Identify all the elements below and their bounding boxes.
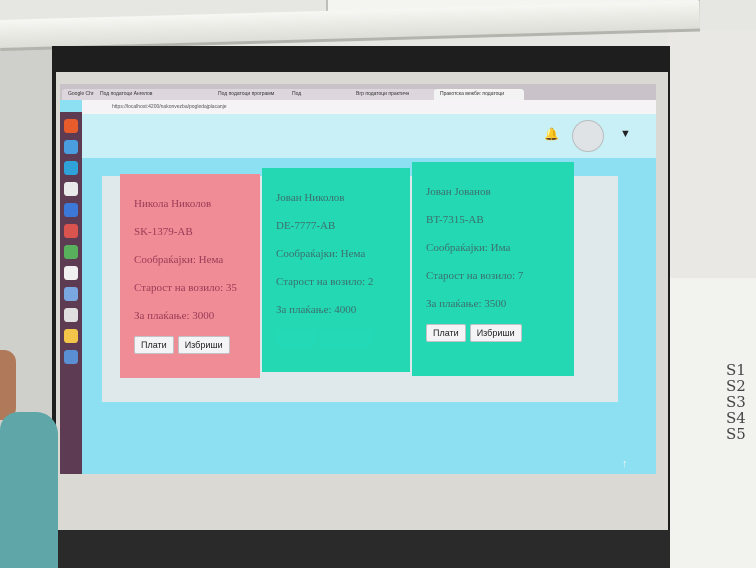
owner-name: Јован Николов [276,192,345,204]
amount-due: За плаќање: 3500 [426,298,507,310]
owner-name: Никола Николов [134,198,212,210]
tab-2[interactable]: Под податоци Ангелов [94,89,216,100]
launcher-app-icon[interactable] [64,119,78,133]
license-plate: BT-7315-AB [426,214,484,226]
payment-card: Јован Николов DE-7777-AB Сообраќајки: Не… [262,168,410,372]
owner-name: Јован Јованов [426,186,491,198]
scroll-up-icon[interactable]: ↑ [622,458,628,470]
amount-due: За плаќање: 4000 [276,304,357,316]
launcher-app-icon[interactable] [64,245,78,259]
launcher-app-icon[interactable] [64,140,78,154]
bell-icon[interactable]: 🔔 [544,128,559,140]
delete-button[interactable]: Избриши [319,330,372,348]
launcher-app-icon[interactable] [64,266,78,280]
launcher-app-icon[interactable] [64,287,78,301]
pay-button[interactable]: Плати [276,330,316,348]
launcher-app-icon[interactable] [64,329,78,343]
pay-button[interactable]: Плати [134,336,174,354]
delete-button[interactable]: Избриши [177,336,230,354]
launcher-app-icon[interactable] [64,350,78,364]
accidents: Сообраќајки: Нема [134,254,224,266]
payment-card: Јован Јованов BT-7315-AB Сообраќајки: Им… [412,162,574,376]
tab-3[interactable]: Под податоци программ [212,89,294,100]
tab-4[interactable]: Под [286,89,358,100]
presenter-head [0,350,16,420]
launcher-app-icon[interactable] [64,161,78,175]
vehicle-age: Старост на возило: 7 [426,270,524,282]
whiteboard-notes: S1 S2 S3 S4 S5 [726,361,746,443]
os-launcher [60,112,82,474]
license-plate: SK-1379-AB [134,226,193,238]
presenter [0,412,58,568]
amount-due: За плаќање: 3000 [134,310,215,322]
tab-active[interactable]: Пракотска вежби: податоци [434,89,524,100]
launcher-app-icon[interactable] [64,308,78,322]
vehicle-age: Старост на возило: 35 [134,282,237,294]
accidents: Сообраќајки: Нема [276,248,366,260]
caret-down-icon[interactable]: ▼ [620,128,631,140]
url-text: https://localhost:4200/nakonvezba/pogled… [112,104,227,110]
tab-5[interactable]: Вгр податоци практичн [350,89,442,100]
app-header [82,114,656,158]
address-bar[interactable]: https://localhost:4200/nakonvezba/pogled… [82,100,656,114]
launcher-app-icon[interactable] [64,203,78,217]
projection-frame-bottom [52,530,670,568]
launcher-app-icon[interactable] [64,224,78,238]
user-avatar-icon[interactable] [572,120,604,152]
pay-button[interactable]: Плати [426,324,466,342]
accidents: Сообраќајки: Има [426,242,511,254]
license-plate: DE-7777-AB [276,220,336,232]
launcher-app-icon[interactable] [64,182,78,196]
payment-card: Никола Николов SK-1379-AB Сообраќајки: Н… [120,174,260,378]
vehicle-age: Старост на возило: 2 [276,276,374,288]
delete-button[interactable]: Избриши [469,324,522,342]
